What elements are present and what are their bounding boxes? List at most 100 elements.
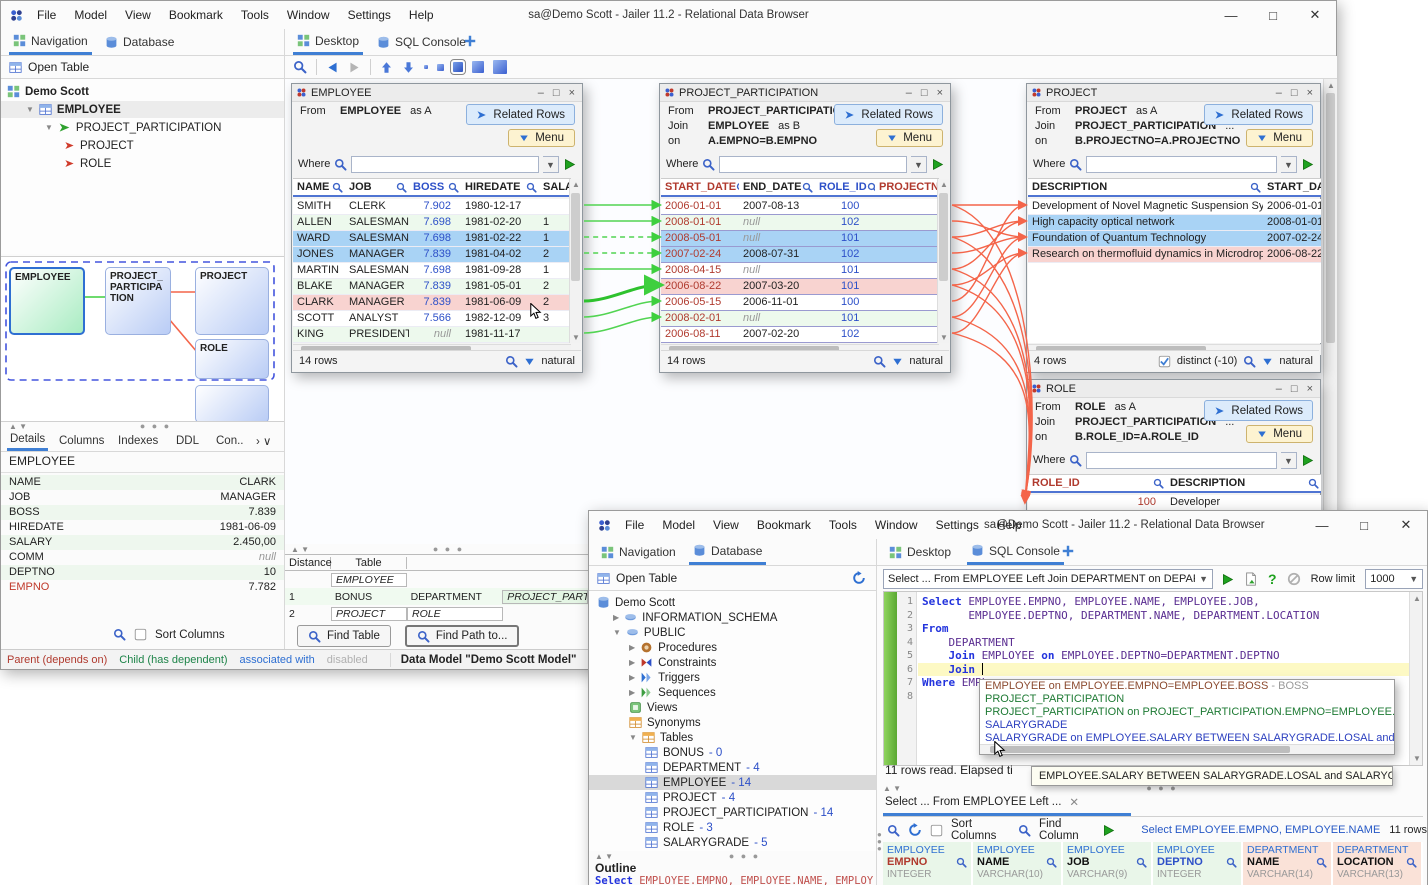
db-tree-item-synonyms[interactable]: Synonyms (589, 715, 876, 730)
expander-icon[interactable]: ▼ (613, 628, 621, 637)
menu-file[interactable]: File (28, 8, 65, 22)
menu-bookmark[interactable]: Bookmark (748, 518, 820, 532)
menu-model[interactable]: Model (653, 518, 704, 532)
expander-icon[interactable]: ▶ (629, 688, 635, 697)
closure-cell[interactable]: BONUS (331, 591, 407, 603)
db-tree-item-information_schema[interactable]: ▶INFORMATION_SCHEMA (589, 610, 876, 625)
menu-tools[interactable]: Tools (232, 8, 278, 22)
db-tree-item-public[interactable]: ▼PUBLIC (589, 625, 876, 640)
search-icon[interactable] (887, 824, 900, 837)
closure-cell[interactable]: PROJECT_PARTICIPATION (502, 590, 588, 604)
tab-navigation[interactable]: Navigation (597, 539, 680, 565)
add-tab-button[interactable] (463, 34, 477, 51)
column-header-projectn[interactable]: PROJECTN (875, 179, 941, 195)
tab-desktop[interactable]: Desktop (885, 539, 955, 565)
where-dropdown[interactable]: ▼ (543, 156, 559, 173)
table-row[interactable]: 2008-01-01null102 (661, 215, 939, 231)
where-search-icon[interactable] (702, 158, 715, 171)
column-filter-icon[interactable] (1250, 182, 1261, 193)
sort-icon[interactable] (524, 356, 535, 367)
find-table-button[interactable]: Find Table (297, 625, 391, 647)
column-header-salar[interactable]: SALAR (539, 179, 573, 195)
open-table-bar[interactable]: Open Table (589, 566, 876, 591)
window-titlebar[interactable]: PROJECT_PARTICIPATION –□× (660, 84, 950, 102)
db-tree-item-salarygrade[interactable]: SALARYGRADE- 5 (589, 835, 876, 850)
column-filter-icon[interactable] (802, 182, 813, 193)
find-path-button[interactable]: Find Path to... (405, 625, 520, 647)
tree-item-project_participation[interactable]: ▼PROJECT_PARTICIPATION (1, 119, 284, 136)
close-button[interactable]: × (1307, 87, 1313, 99)
tab-ddl[interactable]: DDL (173, 430, 202, 451)
menu-button[interactable]: Menu (508, 129, 575, 147)
tab-columns[interactable]: Columns (56, 430, 107, 451)
closure-cell[interactable]: DEPARTMENT (407, 591, 503, 603)
window-titlebar[interactable]: EMPLOYEE –□× (292, 84, 582, 102)
result-column-employee-empno[interactable]: EMPLOYEE EMPNO INTEGER (883, 842, 973, 885)
menu-window[interactable]: Window (866, 518, 927, 532)
menu-view[interactable]: View (704, 518, 748, 532)
column-header-hiredate[interactable]: HIREDATE (461, 179, 539, 195)
menu-model[interactable]: Model (65, 8, 116, 22)
column-header-description[interactable]: DESCRIPTION (1166, 475, 1321, 491)
close-button[interactable]: × (937, 87, 943, 99)
vertical-scrollbar[interactable]: ▲ ▼ (937, 179, 949, 343)
maximize-button[interactable]: □ (1291, 383, 1298, 395)
close-tab-icon[interactable]: ✕ (1069, 795, 1079, 809)
open-table-bar[interactable]: Open Table (1, 56, 284, 79)
expander-icon[interactable]: ▼ (45, 123, 53, 132)
db-tree-item-procedures[interactable]: ▶Procedures (589, 640, 876, 655)
expander-icon[interactable]: ▶ (629, 658, 635, 667)
db-tree-item-employee[interactable]: EMPLOYEE- 14 (589, 775, 876, 790)
related-rows-button[interactable]: Related Rows (466, 104, 575, 125)
result-tab[interactable]: Select ... From EMPLOYEE Left ...✕ (885, 795, 1079, 809)
where-search-icon[interactable] (1069, 158, 1082, 171)
where-run-icon[interactable] (1301, 454, 1314, 467)
column-header-end_date[interactable]: END_DATE (739, 179, 815, 195)
row-limit-select[interactable]: 1000▼ (1365, 569, 1423, 589)
column-filter-icon[interactable] (396, 182, 407, 193)
popup-scrollbar[interactable] (980, 744, 1394, 754)
tabs-overflow-icon[interactable]: › ∨ (253, 430, 274, 451)
column-header-description[interactable]: DESCRIPTION (1028, 179, 1263, 195)
menu-settings[interactable]: Settings (339, 8, 400, 22)
status-search-icon[interactable] (873, 355, 886, 368)
where-input[interactable] (351, 156, 539, 173)
related-rows-button[interactable]: Related Rows (1204, 104, 1313, 125)
db-tree-item-views[interactable]: Views (589, 700, 876, 715)
minimize-button[interactable]: – (1276, 87, 1282, 99)
column-filter-icon[interactable] (1153, 478, 1164, 489)
menu-file[interactable]: File (616, 518, 653, 532)
tree-item-role[interactable]: ROLE (1, 155, 284, 172)
where-input[interactable] (1086, 452, 1277, 469)
column-header-role_id[interactable]: ROLE_ID (815, 179, 875, 195)
expander-icon[interactable]: ▶ (629, 673, 635, 682)
result-column-department-name[interactable]: DEPARTMENT NAME VARCHAR(14) (1243, 842, 1333, 885)
status-search-icon[interactable] (1243, 355, 1256, 368)
script-icon[interactable] (1244, 572, 1258, 586)
maximize-button[interactable]: □ (1291, 87, 1298, 99)
distinct-checkbox[interactable] (1158, 355, 1171, 368)
editor-scrollbar[interactable]: ▲▼ (1409, 592, 1422, 765)
autocomplete-item[interactable]: PROJECT_PARTICIPATION (980, 693, 1394, 706)
zoom-level-2-icon[interactable] (437, 64, 444, 71)
tab-desktop[interactable]: Desktop (293, 29, 363, 55)
minimize-button[interactable]: – (538, 87, 544, 99)
tab-indexes[interactable]: Indexes (115, 430, 161, 451)
menu-tools[interactable]: Tools (820, 518, 866, 532)
where-dropdown[interactable]: ▼ (911, 156, 927, 173)
refresh-icon[interactable] (852, 571, 866, 585)
maximize-button[interactable]: □ (553, 87, 560, 99)
related-rows-button[interactable]: Related Rows (1204, 400, 1313, 421)
diagram-box-project[interactable]: PROJECT (195, 267, 269, 335)
find-column-label[interactable]: Find Column (1039, 818, 1094, 842)
minimize-button[interactable]: — (1210, 8, 1252, 23)
table-row[interactable]: Development of Novel Magnetic Suspension… (1028, 199, 1321, 215)
column-filter-icon[interactable] (1308, 478, 1319, 489)
tab-database[interactable]: Database (689, 539, 766, 565)
column-header-boss[interactable]: BOSS (409, 179, 461, 195)
close-button[interactable]: ✕ (1294, 7, 1336, 23)
sql-query-dropdown[interactable]: Select ... From EMPLOYEE Left Join DEPAR… (883, 569, 1213, 589)
column-header-role_id[interactable]: ROLE_ID (1028, 475, 1166, 491)
tab-sql-console[interactable]: SQL Console (967, 539, 1064, 565)
where-dropdown[interactable]: ▼ (1281, 156, 1297, 173)
